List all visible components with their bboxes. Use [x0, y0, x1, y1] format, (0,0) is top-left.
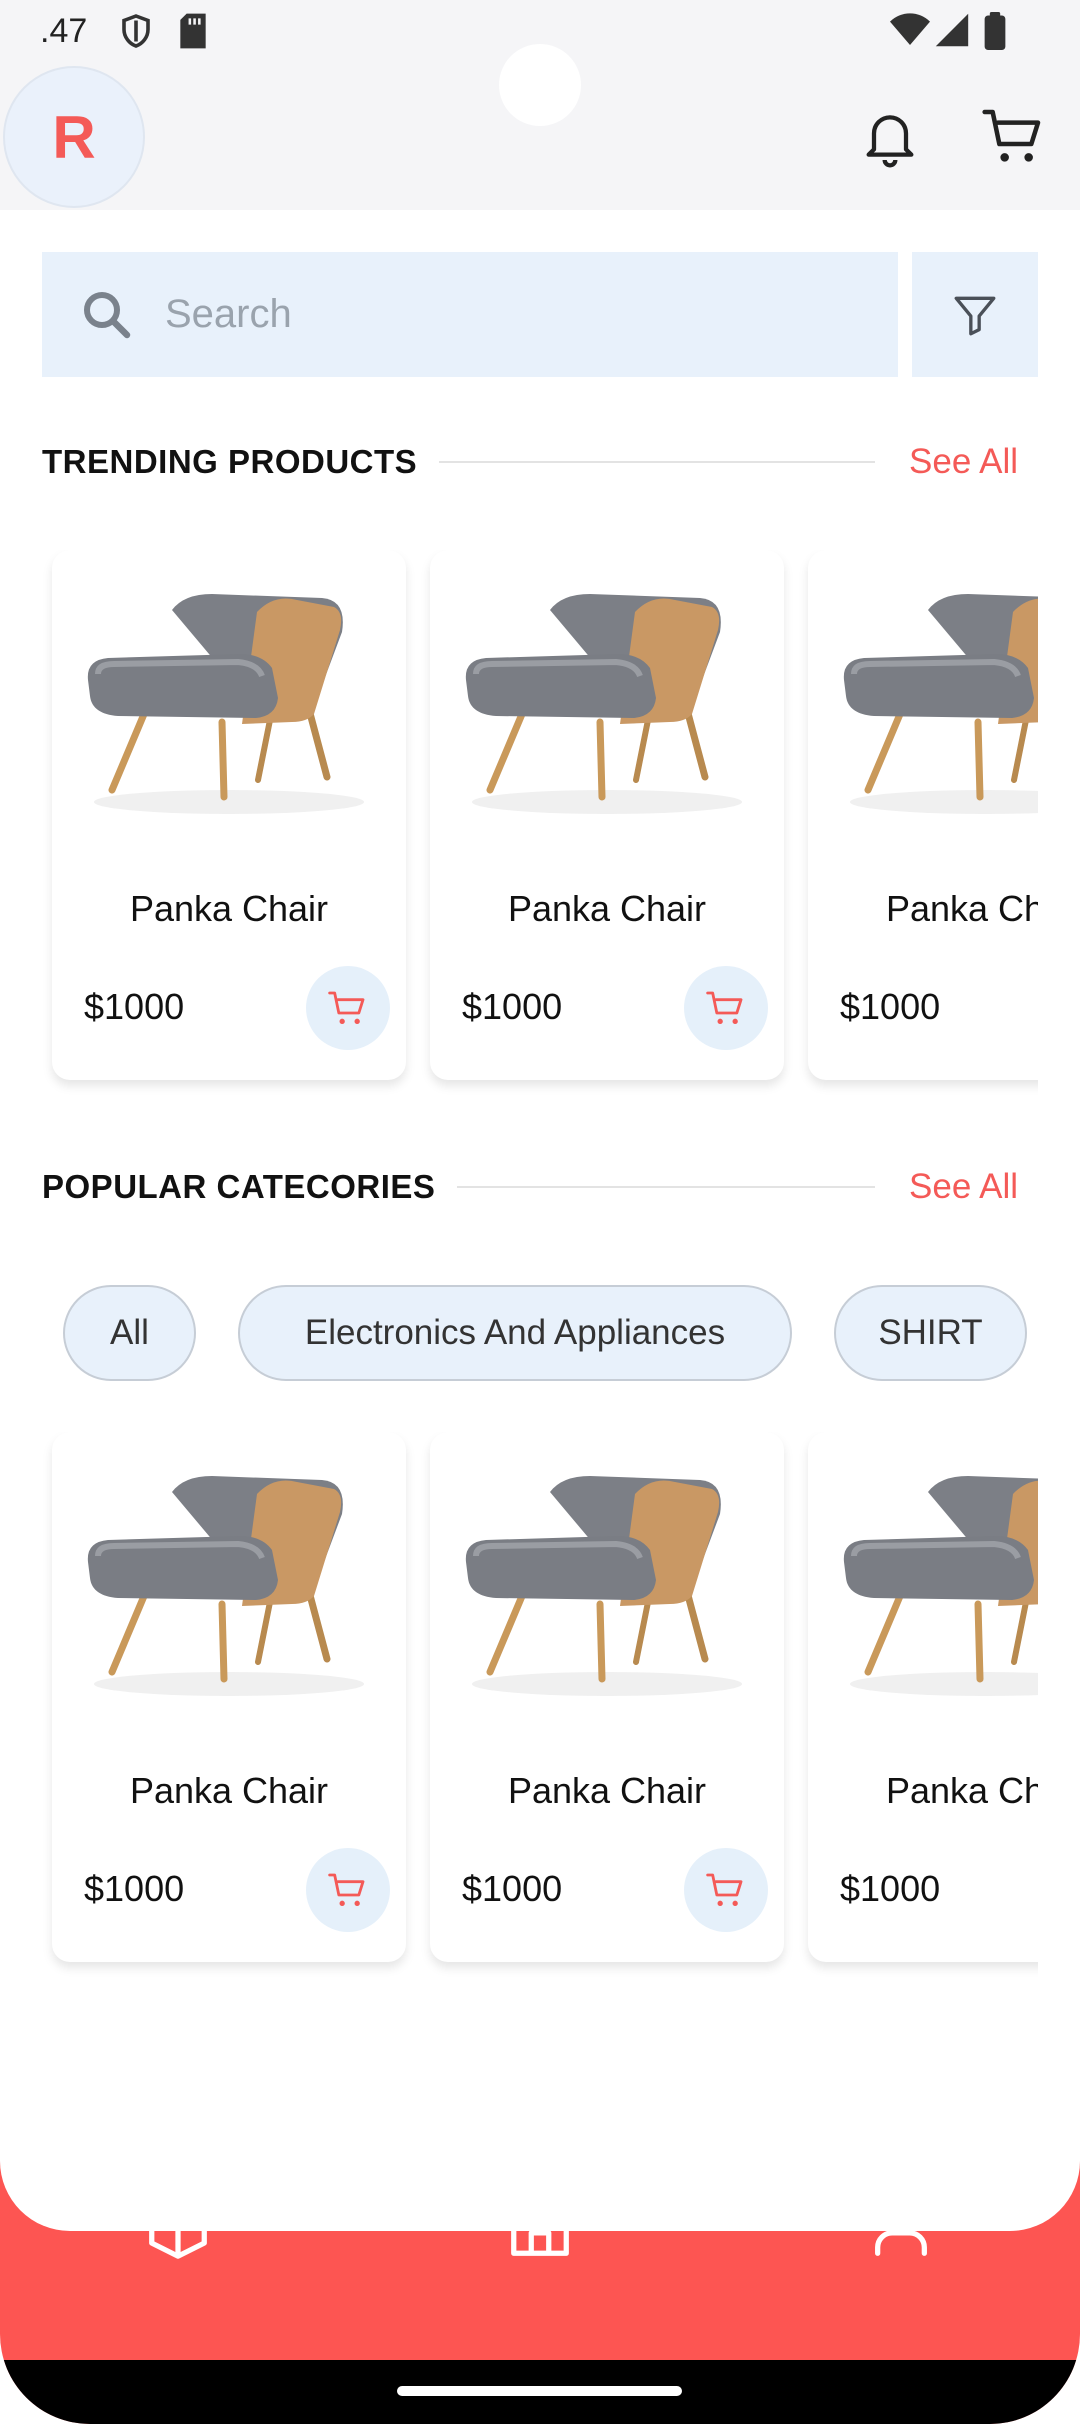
- cart-icon: [706, 1873, 743, 1906]
- product-name: Panka Chair: [129, 1770, 329, 1811]
- add-to-cart-button[interactable]: [684, 1848, 768, 1932]
- chip-all[interactable]: All: [63, 1285, 196, 1381]
- box-icon[interactable]: [143, 2192, 213, 2262]
- top-bar: .47 R: [0, 0, 1080, 210]
- chip-electronics[interactable]: Electronics And Appliances: [238, 1285, 792, 1381]
- chair-image: [843, 1476, 1038, 1696]
- product-name: Panka Chair: [885, 888, 1038, 929]
- product-card[interactable]: Panka Chair $1000: [52, 1432, 406, 1962]
- chip-shirt[interactable]: SHIRT: [834, 1285, 1027, 1381]
- see-all-link[interactable]: See All: [909, 442, 1018, 482]
- product-name: Panka Chair: [507, 888, 707, 929]
- product-price: $1000: [840, 986, 941, 1027]
- cart-icon[interactable]: [982, 104, 1046, 168]
- product-name: Panka Chair: [885, 1770, 1038, 1811]
- filter-icon: [954, 296, 996, 335]
- search-input[interactable]: Search: [165, 292, 292, 337]
- app-screen: .47 R Search TRENDING PRODUCTS See All P…: [0, 0, 1080, 2424]
- chair-image: [465, 594, 742, 814]
- popular-carousel[interactable]: Panka Chair $1000 Panka Chair $1000 Pank…: [42, 1432, 1038, 1977]
- product-price: $1000: [84, 1868, 185, 1909]
- chair-image: [87, 1476, 364, 1696]
- bell-icon[interactable]: [858, 104, 922, 168]
- filter-button[interactable]: [912, 252, 1038, 377]
- cart-icon: [328, 991, 365, 1024]
- home-indicator[interactable]: [397, 2386, 682, 2396]
- user-icon[interactable]: [866, 2192, 936, 2262]
- section-title: POPULAR CATECORIES: [42, 1168, 436, 1205]
- wifi-icon: [890, 13, 930, 45]
- see-all-link[interactable]: See All: [909, 1167, 1018, 1207]
- trending-header: TRENDING PRODUCTS See All: [42, 432, 1018, 492]
- cart-icon: [328, 1873, 365, 1906]
- product-price: $1000: [462, 986, 563, 1027]
- add-to-cart-button[interactable]: [306, 966, 390, 1050]
- product-card[interactable]: Panka Chair $1000: [430, 1432, 784, 1962]
- chair-image: [465, 1476, 742, 1696]
- divider: [457, 1186, 876, 1188]
- avatar[interactable]: R: [3, 66, 145, 208]
- product-price: $1000: [840, 1868, 941, 1909]
- product-card[interactable]: Panka Chair $1000: [52, 550, 406, 1080]
- product-name: Panka Chair: [507, 1770, 707, 1811]
- product-card[interactable]: Panka Chair $1000: [808, 550, 1038, 1080]
- gesture-bar: [0, 2360, 1080, 2424]
- shield-icon: [122, 14, 150, 48]
- chair-image: [87, 594, 364, 814]
- sd-card-icon: [180, 13, 206, 49]
- cart-icon: [706, 991, 743, 1024]
- product-card[interactable]: Panka Chair $1000: [430, 550, 784, 1080]
- add-to-cart-button[interactable]: [306, 1848, 390, 1932]
- search-icon: [84, 291, 131, 338]
- category-chips[interactable]: All Electronics And Appliances SHIRT: [42, 1285, 1038, 1385]
- signal-icon: [935, 13, 969, 47]
- camera-cutout: [499, 44, 581, 126]
- trending-carousel[interactable]: Panka Chair $1000 Panka Chair $1000 Pank…: [42, 550, 1038, 1095]
- product-name: Panka Chair: [129, 888, 329, 929]
- popular-header: POPULAR CATECORIES See All: [42, 1157, 1018, 1217]
- product-card[interactable]: Panka Chair $1000: [808, 1432, 1038, 1962]
- divider: [439, 461, 876, 463]
- product-price: $1000: [84, 986, 185, 1027]
- product-price: $1000: [462, 1868, 563, 1909]
- status-time: .47: [40, 12, 88, 50]
- search-bar[interactable]: Search: [42, 252, 898, 377]
- chair-image: [843, 594, 1038, 814]
- section-title: TRENDING PRODUCTS: [42, 443, 418, 480]
- battery-icon: [984, 12, 1006, 50]
- add-to-cart-button[interactable]: [684, 966, 768, 1050]
- home-icon[interactable]: [505, 2192, 575, 2262]
